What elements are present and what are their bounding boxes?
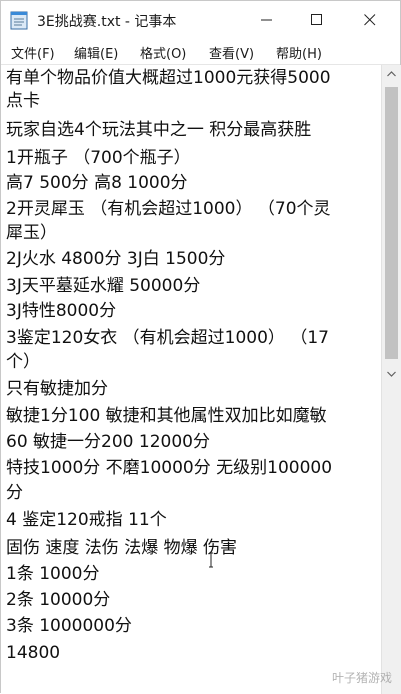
scroll-up-arrow-icon[interactable] xyxy=(382,65,401,83)
title-bar[interactable]: 3E挑战赛.txt - 记事本 xyxy=(1,1,400,39)
text-line: 犀玉） xyxy=(6,223,57,243)
text-line: 2J火水 4800分 3J白 1500分 xyxy=(6,249,226,269)
close-button[interactable] xyxy=(348,1,392,39)
text-line: 1条 1000分 xyxy=(6,564,100,584)
window-title: 3E挑战赛.txt - 记事本 xyxy=(37,14,177,30)
text-line: 特技1000分 不磨10000分 无级别100000 xyxy=(6,458,333,478)
menu-help[interactable]: 帮助(H) xyxy=(276,43,322,62)
menu-format[interactable]: 格式(O) xyxy=(140,43,186,62)
text-line: 只有敏捷加分 xyxy=(6,379,108,399)
menu-file[interactable]: 文件(F) xyxy=(11,43,55,62)
text-line: 14800 xyxy=(6,643,61,663)
text-line: 玩家自选4个玩法其中之一 积分最高获胜 xyxy=(6,120,312,140)
text-line: 60 敏捷一分200 12000分 xyxy=(6,432,210,452)
text-line: 分 xyxy=(6,483,23,503)
maximize-icon xyxy=(311,11,323,30)
vertical-scrollbar[interactable] xyxy=(381,65,401,694)
menu-view[interactable]: 查看(V) xyxy=(209,43,254,62)
text-line: 3鉴定120女衣 （有机会超过1000） （17 xyxy=(6,328,329,348)
text-line: 3J天平墓延水耀 50000分 xyxy=(6,276,201,296)
close-icon xyxy=(364,11,376,30)
text-line: 2条 10000分 xyxy=(6,590,111,610)
text-line: 个） xyxy=(6,352,40,372)
menu-bar: 文件(F) 编辑(E) 格式(O) 查看(V) 帮助(H) xyxy=(1,39,400,65)
text-line: 4 鉴定120戒指 11个 xyxy=(6,510,167,530)
text-line: 固伤 速度 法伤 法爆 物爆 伤害 xyxy=(6,538,238,558)
text-line: 点卡 xyxy=(6,91,40,111)
scrollbar-thumb[interactable] xyxy=(385,87,398,359)
scrollbar-track[interactable] xyxy=(382,385,401,694)
text-line: 3条 1000000分 xyxy=(6,616,132,636)
text-editor[interactable]: 有单个物品价值大概超过1000元获得5000 点卡 玩家自选4个玩法其中之一 积… xyxy=(1,65,381,694)
mouse-cursor-icon xyxy=(208,552,213,568)
text-line: 3J特性8000分 xyxy=(6,301,117,321)
scroll-down-arrow-icon[interactable] xyxy=(382,365,401,383)
minimize-button[interactable] xyxy=(245,1,289,39)
text-line: 高7 500分 高8 1000分 xyxy=(6,173,188,193)
maximize-button[interactable] xyxy=(295,1,339,39)
text-line: 1开瓶子 （700个瓶子） xyxy=(6,148,191,168)
text-line: 2开灵犀玉 （有机会超过1000） （70个灵 xyxy=(6,199,331,219)
menu-edit[interactable]: 编辑(E) xyxy=(74,43,118,62)
watermark: 叶子猪游戏 xyxy=(331,671,392,685)
minimize-icon xyxy=(261,11,273,30)
text-line: 有单个物品价值大概超过1000元获得5000 xyxy=(6,68,331,88)
notepad-icon xyxy=(10,10,28,30)
notepad-window: 3E挑战赛.txt - 记事本 文件(F) 编辑(E) 格式(O) 查看(V) … xyxy=(0,0,401,694)
text-line: 敏捷1分100 敏捷和其他属性双加比如魔敏 xyxy=(6,406,327,426)
